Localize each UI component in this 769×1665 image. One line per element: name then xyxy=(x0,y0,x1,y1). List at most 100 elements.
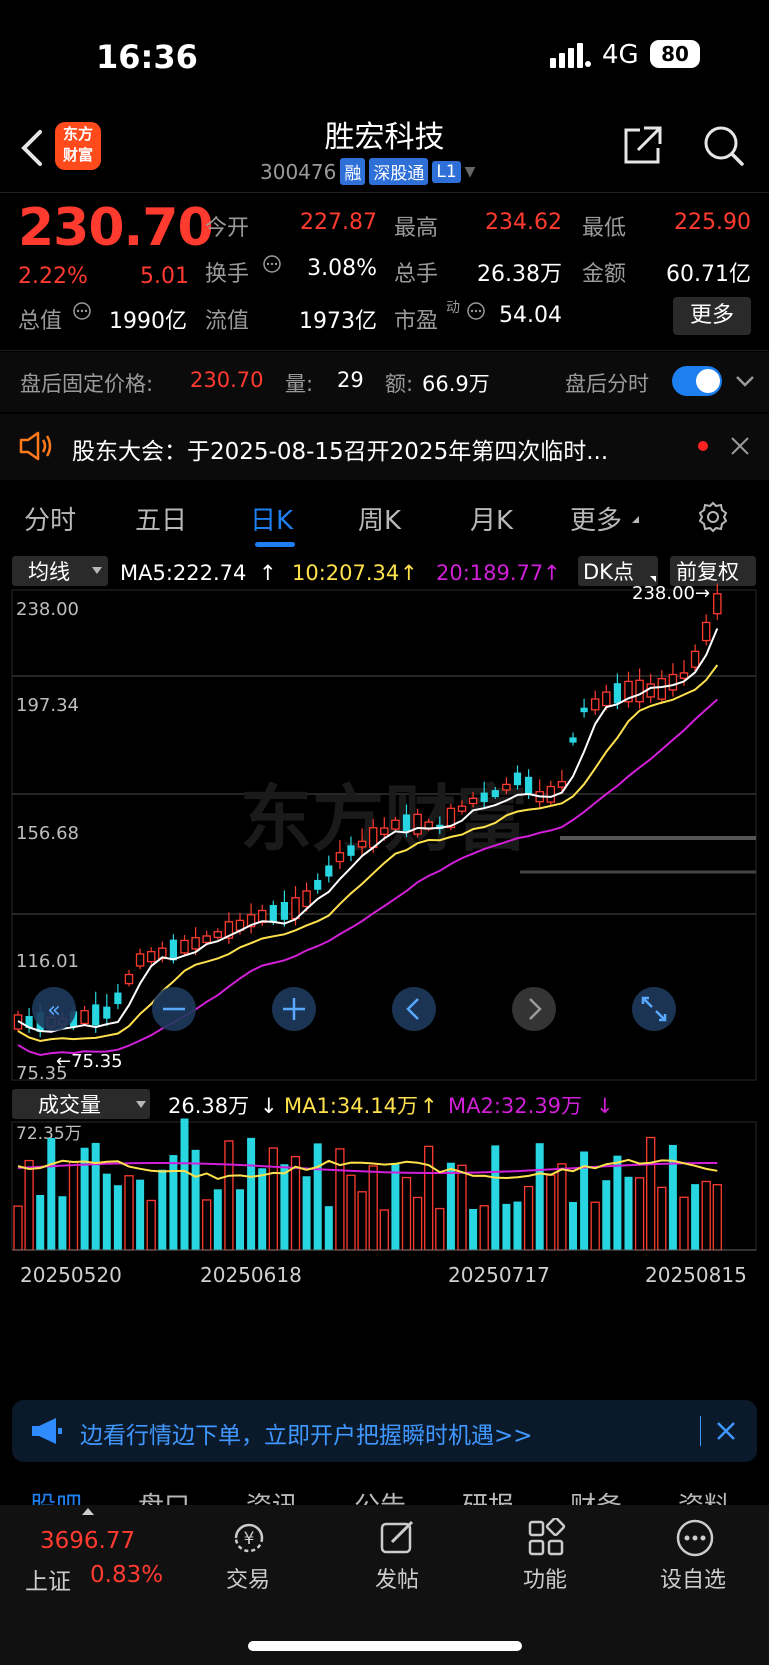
candle xyxy=(269,904,277,923)
info-icon[interactable] xyxy=(72,301,92,325)
volume-bar xyxy=(412,1196,423,1251)
close-icon[interactable] xyxy=(716,1421,736,1445)
candle xyxy=(668,673,678,691)
volume-bar xyxy=(113,1185,122,1250)
candle xyxy=(180,939,189,954)
sub-nav: 股吧 盘口 资讯 公告 研报 财务 资料 xyxy=(0,1484,769,1505)
volume-bar xyxy=(124,1175,134,1251)
date-tick: 20250618 xyxy=(200,1263,302,1287)
ma20-legend: 20:189.77 xyxy=(436,561,543,585)
volume-bar xyxy=(202,1199,212,1251)
battery-icon: 80 xyxy=(650,40,700,68)
nav-post[interactable]: 发帖 xyxy=(375,1562,419,1594)
volume-bar xyxy=(80,1147,89,1250)
stock-code-row[interactable]: 300476 融 深股通 L1 ▼ xyxy=(260,158,475,185)
volume-bar xyxy=(247,1137,256,1250)
divider xyxy=(0,350,769,351)
date-tick: 20250717 xyxy=(448,1263,550,1287)
volume-bar xyxy=(513,1201,522,1250)
adjust-button-label: 前复权 xyxy=(676,560,739,584)
volume-bar xyxy=(602,1180,611,1250)
low-value: 225.90 xyxy=(674,210,751,235)
candle xyxy=(291,897,300,920)
double-left-icon: « xyxy=(47,998,60,1023)
candle xyxy=(690,650,700,668)
candle xyxy=(413,813,422,835)
subnav-news[interactable]: 资讯 xyxy=(246,1486,298,1505)
candle xyxy=(457,805,467,812)
more-dots-icon xyxy=(675,1518,715,1562)
subnav-profile[interactable]: 资料 xyxy=(678,1486,730,1505)
volume-bar xyxy=(712,1184,722,1251)
nav-add-watchlist[interactable]: 设自选 xyxy=(660,1562,726,1594)
volume-bar xyxy=(391,1163,400,1250)
volume-bar xyxy=(446,1162,455,1250)
volume-bar xyxy=(68,1161,79,1251)
candle xyxy=(513,772,522,786)
ma5-legend: MA5:222.74 xyxy=(120,561,246,585)
after-hours-chart-label: 盘后分时 xyxy=(565,372,649,396)
caret-up-icon xyxy=(82,1508,94,1515)
subnav-pankou[interactable]: 盘口 xyxy=(138,1486,190,1505)
svg-text:¥: ¥ xyxy=(244,1529,255,1549)
candle xyxy=(391,819,400,830)
zoom-out-button[interactable] xyxy=(152,987,196,1031)
volume-bar xyxy=(469,1208,478,1250)
amount-value: 60.71亿 xyxy=(666,262,751,287)
candle xyxy=(590,698,600,711)
volume-bar xyxy=(701,1180,711,1251)
chevron-down-icon[interactable] xyxy=(734,370,756,396)
tab-daily-k[interactable]: 日K xyxy=(250,500,293,537)
tab-monthly-k[interactable]: 月K xyxy=(470,500,513,537)
subnav-announce[interactable]: 公告 xyxy=(354,1486,406,1505)
zoom-in-button[interactable] xyxy=(272,987,316,1031)
scroll-right-button[interactable] xyxy=(512,987,556,1031)
after-hours-amt: 66.9万 xyxy=(422,372,490,396)
ma10-legend: 10:207.34 xyxy=(292,561,399,585)
subnav-guba[interactable]: 股吧 xyxy=(30,1486,82,1505)
arrow-up-icon: ↑ xyxy=(259,561,277,585)
tag-margin: 融 xyxy=(340,158,366,185)
nav-trade[interactable]: 交易 xyxy=(226,1562,270,1594)
fullscreen-button[interactable] xyxy=(632,987,676,1031)
pe-value: 54.04 xyxy=(499,303,562,328)
volume-bar xyxy=(523,1185,534,1251)
volume-bar xyxy=(24,1159,34,1251)
subnav-research[interactable]: 研报 xyxy=(462,1486,514,1505)
tab-more[interactable]: 更多 xyxy=(570,500,622,537)
share-icon[interactable] xyxy=(620,124,664,172)
volume-bar xyxy=(479,1205,489,1251)
tab-intraday[interactable]: 分时 xyxy=(24,500,76,537)
scroll-first-button[interactable]: « xyxy=(32,987,76,1031)
volume-bar xyxy=(180,1118,189,1250)
high-label: 最高 xyxy=(394,216,439,241)
arrow-down-icon: ↓ xyxy=(260,1094,278,1118)
candle xyxy=(146,951,156,963)
stock-code: 300476 xyxy=(260,159,337,184)
search-icon[interactable] xyxy=(702,124,746,172)
close-icon[interactable] xyxy=(730,436,750,460)
gear-icon[interactable] xyxy=(696,500,730,538)
candle xyxy=(613,683,621,704)
scroll-left-button[interactable] xyxy=(392,987,436,1031)
candle xyxy=(546,785,556,803)
megaphone-icon xyxy=(30,1416,64,1450)
candle xyxy=(114,992,122,1005)
volume-bar xyxy=(535,1143,544,1250)
nav-functions[interactable]: 功能 xyxy=(523,1562,567,1594)
volume-bar xyxy=(435,1207,445,1251)
tab-weekly-k[interactable]: 周K xyxy=(358,500,401,537)
tab-five-day[interactable]: 五日 xyxy=(135,500,187,537)
low-label: 最低 xyxy=(582,216,627,241)
price-tick: 156.68 xyxy=(16,823,79,844)
index-value[interactable]: 3696.77 xyxy=(40,1528,135,1554)
signal-icon xyxy=(550,42,592,72)
subnav-finance[interactable]: 财务 xyxy=(570,1486,622,1505)
volume-bar xyxy=(91,1142,100,1250)
volume-bar xyxy=(379,1209,389,1251)
tag-level: L1 xyxy=(432,160,461,183)
volume-bar xyxy=(368,1165,378,1251)
more-button[interactable]: 更多 xyxy=(673,297,751,335)
kline-chart[interactable]: 均线 MA5:222.74 ↑ 10:207.34 ↑ 20:189.77 ↑ … xyxy=(0,552,769,1397)
toggle-knob xyxy=(696,369,720,393)
